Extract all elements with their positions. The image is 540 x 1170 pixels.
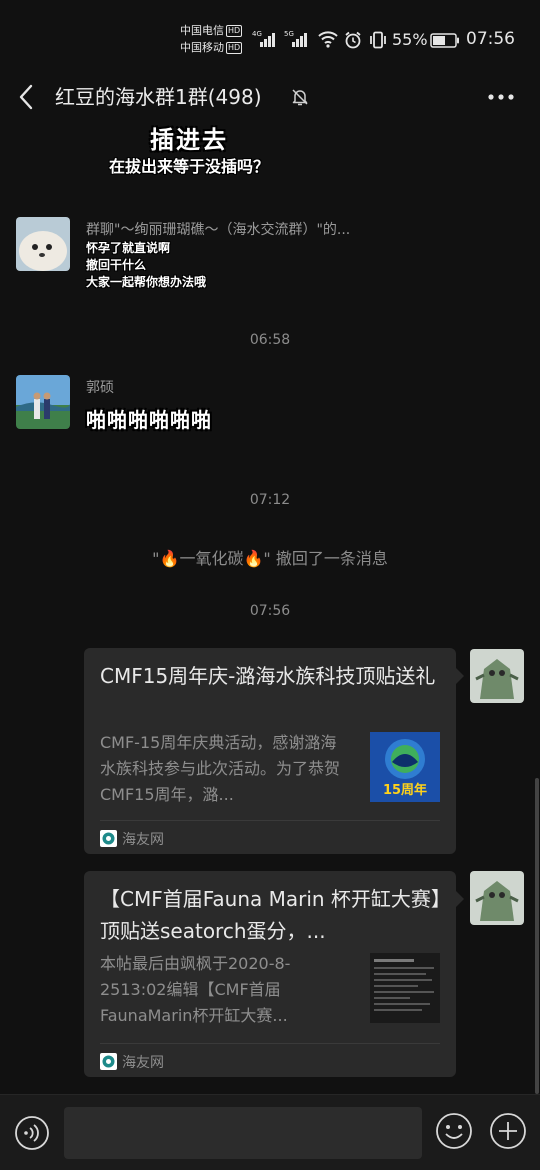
site-logo-icon (100, 1053, 117, 1070)
vibrate-icon (370, 31, 386, 49)
site-logo-icon (100, 830, 117, 847)
meme-image-message[interactable]: 插进去 在拔出来等于没插吗？ (84, 124, 294, 184)
battery-percent: 55% (392, 30, 428, 49)
meme-text-line: 大家一起帮你想办法哦 (86, 275, 207, 289)
bell-muted-icon (292, 89, 308, 106)
voice-icon[interactable] (14, 1115, 50, 1151)
sender-name: 郭硕 (86, 380, 114, 396)
screenshot-thumbnail-image (370, 953, 440, 1023)
chevron-left-icon[interactable] (16, 82, 38, 112)
meme-image-message[interactable]: 怀孕了就直说啊 撤回干什么 大家一起帮你想办法哦 (86, 240, 266, 291)
card-description: 本帖最后由飒枫于2020-8-2513:02编辑【CMF首届FaunaMarin… (100, 954, 291, 1025)
status-clock: 07:56 (466, 29, 515, 49)
couple-avatar-image (16, 375, 70, 429)
battery-icon (430, 33, 459, 48)
link-card[interactable]: CMF15周年庆-潞海水族科技顶贴送礼 CMF-15周年庆典活动，感谢潞海水族科… (84, 648, 464, 854)
card-divider (100, 1043, 440, 1044)
more-dots-icon[interactable] (486, 84, 516, 110)
hd-badge: HD (226, 42, 243, 54)
emoji-icon[interactable] (434, 1111, 474, 1151)
recall-user-name[interactable]: 一氧化碳 (179, 549, 243, 568)
recall-notice: "🔥一氧化碳🔥" 撤回了一条消息 (0, 545, 540, 569)
carrier-info: 中国电信 HD 中国移动 HD (180, 22, 243, 56)
card-source-name: 海友网 (122, 832, 164, 848)
meme-line-1: 插进去 (150, 126, 228, 154)
wifi-icon (318, 31, 338, 48)
card-thumbnail: 15周年 (370, 732, 440, 802)
message-input[interactable] (64, 1107, 422, 1159)
fire-icon: 🔥 (159, 549, 180, 568)
input-bar (0, 1094, 540, 1170)
card-source: 海友网 (100, 830, 164, 849)
link-card[interactable]: 【CMF首届Fauna Marin 杯开缸大赛】顶贴送seatorch蛋分，..… (84, 871, 464, 1077)
monster-avatar-image (470, 649, 524, 703)
card-divider (100, 820, 440, 821)
timestamp: 07:12 (249, 492, 291, 508)
meme-image-message[interactable]: 啪啪啪啪啪啪 (86, 404, 212, 433)
avatar[interactable] (16, 375, 70, 429)
chat-header: 红豆的海水群1群(498) (0, 74, 540, 120)
timestamp: 07:56 (249, 603, 291, 619)
bubble-caret (456, 891, 464, 907)
recall-text: " 撤回了一条消息 (263, 549, 388, 568)
meme-line-2: 在拔出来等于没插吗？ (108, 157, 269, 176)
hd-badge: HD (226, 25, 243, 37)
carrier-1: 中国电信 (180, 24, 224, 37)
sender-name: 群聊"～绚丽珊瑚礁～（海水交流群）"的... (86, 222, 351, 238)
avatar[interactable] (470, 871, 524, 925)
card-description: CMF-15周年庆典活动，感谢潞海水族科技参与此次活动。为了恭贺CMF15周年，… (100, 733, 341, 804)
fire-icon: 🔥 (243, 549, 264, 568)
card-source: 海友网 (100, 1053, 164, 1072)
meme-text-line: 怀孕了就直说啊 (86, 241, 171, 255)
card-title: 【CMF首届Fauna Marin 杯开缸大赛】顶贴送seatorch蛋分，..… (100, 887, 441, 943)
card-source-name: 海友网 (122, 1055, 164, 1071)
chat-title: 红豆的海水群1群(498) (55, 85, 262, 109)
status-bar: 中国电信 HD 中国移动 HD 4G 5G 55% 07:56 (0, 0, 540, 74)
bubble-caret (456, 668, 464, 684)
alarm-icon (345, 31, 361, 49)
thumb-text: 15周年 (383, 782, 427, 798)
seal-avatar-image (16, 217, 70, 271)
recall-quote: " (152, 549, 160, 568)
scrollbar[interactable] (535, 778, 539, 1094)
card-title: CMF15周年庆-潞海水族科技顶贴送礼 (100, 664, 436, 688)
signal-bars-icon (292, 33, 310, 47)
avatar[interactable] (16, 217, 70, 271)
carrier-2: 中国移动 (180, 41, 224, 54)
monster-avatar-image (470, 871, 524, 925)
card-thumbnail (370, 953, 440, 1023)
anniversary-thumbnail-image: 15周年 (370, 732, 440, 802)
timestamp: 06:58 (249, 332, 291, 348)
meme-text-line: 撤回干什么 (86, 258, 147, 272)
avatar[interactable] (470, 649, 524, 703)
plus-icon[interactable] (488, 1111, 528, 1151)
signal-bars-icon (260, 33, 278, 47)
